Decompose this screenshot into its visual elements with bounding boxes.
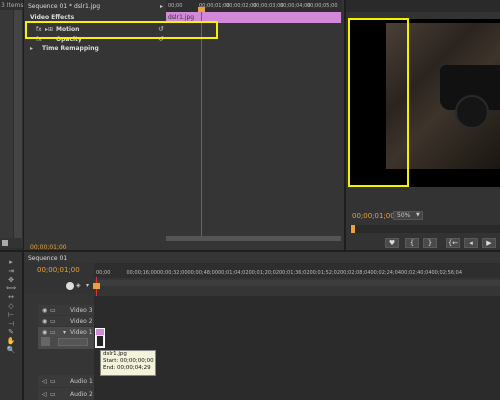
clip-thumbnail [96, 335, 104, 347]
camera-lens [455, 95, 489, 129]
ec-ruler-tick: 00;00;04;00 [280, 3, 311, 9]
speaker-icon[interactable]: ◁ [42, 391, 47, 398]
lock-icon[interactable]: ▭ [50, 391, 56, 398]
razor-tool-icon[interactable]: ◇ [6, 302, 16, 310]
ripple-edit-tool-icon[interactable]: ✥ [6, 276, 16, 284]
rolling-edit-tool-icon[interactable]: ⟺ [6, 284, 16, 292]
timeline-ruler-tick: 00;02;24;04 [370, 270, 402, 276]
motion-highlight-box [25, 21, 218, 39]
project-scrollbar[interactable] [14, 10, 22, 238]
slide-tool-icon[interactable]: ⊣ [6, 320, 16, 328]
ec-clip-label: dslr1.jpg [168, 14, 195, 21]
timeline-ruler-tick: 00;02;08;04 [340, 270, 371, 276]
timeline-ruler-tick: 00;00;16;00 [126, 270, 158, 276]
pen-tool-icon[interactable]: ✎ [6, 328, 16, 336]
track-video-2-label: Video 2 [70, 318, 93, 325]
project-list [0, 10, 13, 238]
ec-playhead[interactable] [201, 9, 202, 241]
ec-ruler-tick: 00;00 [168, 3, 183, 9]
track-expand-icon[interactable]: ▾ [63, 329, 66, 336]
timeline-ruler-tick: 00;02;40;04 [401, 270, 432, 276]
program-scrubber[interactable] [350, 225, 500, 233]
ec-ruler-tick: 00;00;02;00 [226, 3, 257, 9]
ec-ruler-tick: 00;00;03;00 [253, 3, 284, 9]
selection-tool-icon[interactable]: ▸ [6, 258, 16, 266]
timeline-ruler-tick: 00;00;32;00 [157, 270, 188, 276]
snap-icon[interactable] [66, 282, 74, 290]
timeline-ruler-tick: 00;00;48;00 [187, 270, 219, 276]
timeline-ruler-tick: 00;01;20;02 [248, 270, 280, 276]
lock-icon[interactable]: ▭ [50, 378, 56, 385]
track-video-3-label: Video 3 [70, 307, 93, 314]
lock-icon[interactable]: ▭ [50, 307, 56, 314]
lock-icon[interactable]: ▭ [50, 318, 56, 325]
work-area-bar[interactable] [94, 280, 500, 286]
ec-timecode[interactable]: 00;00;01;00 [30, 244, 67, 251]
track-video-1-keyframe-control[interactable] [58, 338, 88, 346]
project-items-count: 3 Items [1, 2, 24, 9]
speaker-icon[interactable]: ◁ [42, 378, 47, 385]
slip-tool-icon[interactable]: ⊢ [6, 311, 16, 319]
eye-icon[interactable]: ◉ [42, 318, 47, 325]
effect-controls-tab[interactable]: Sequence 01 * dslr1.jpg [28, 3, 100, 10]
frame-highlight-box [348, 18, 409, 187]
step-back-button[interactable]: ◂ [464, 238, 478, 248]
zoom-value: 50% [397, 212, 411, 219]
track-select-tool-icon[interactable]: ⇥ [6, 267, 16, 275]
video-effects-heading: Video Effects [30, 14, 75, 21]
track-audio-1-label: Audio 1 [70, 378, 93, 385]
set-marker-icon[interactable]: ▾ [86, 282, 89, 289]
timeline-ruler-tick: 00;01;36;02 [279, 270, 310, 276]
lock-icon[interactable]: ▭ [50, 329, 56, 336]
marker-button[interactable]: ♥ [385, 238, 399, 248]
zoom-tool-icon[interactable]: 🔍 [6, 346, 16, 354]
out-point-button[interactable]: } [423, 238, 437, 248]
program-tabs [346, 0, 500, 12]
program-playhead-marker[interactable] [351, 225, 355, 233]
expand-arrow-icon[interactable]: ▸ [160, 3, 163, 10]
go-to-in-button[interactable]: {← [446, 238, 460, 248]
timeline-ruler-tick: 00;01;52;02 [309, 270, 341, 276]
effect-time-remapping-label[interactable]: Time Remapping [42, 45, 99, 52]
timeline-timecode[interactable]: 00;00;01;00 [37, 266, 80, 274]
tooltip-end: End: 00;00;04;29 [103, 365, 151, 371]
track-video-1-target[interactable] [41, 337, 50, 346]
timeline-tracks-area [94, 296, 500, 400]
track-audio-2-label: Audio 2 [70, 391, 93, 398]
time-remap-expand-icon[interactable]: ▸ [30, 45, 33, 52]
ec-scrollbar[interactable] [166, 236, 341, 241]
tooltip-start: Start: 00;00;00;00 [103, 358, 154, 364]
marker-icon[interactable]: ◈ [76, 282, 81, 289]
in-point-button[interactable]: { [405, 238, 419, 248]
ec-playhead-handle[interactable] [198, 7, 205, 12]
zoom-dropdown-icon: ▼ [416, 212, 420, 218]
play-button[interactable]: ▶ [482, 238, 496, 248]
timeline-ruler-tick: 00;02;56;04 [431, 270, 463, 276]
ec-ruler-tick: 00;00;05;00 [307, 3, 338, 9]
timeline-tab[interactable]: Sequence 01 [28, 255, 67, 262]
hand-tool-icon[interactable]: ✋ [6, 337, 16, 345]
tooltip-name: dslr1.jpg [103, 351, 127, 357]
timeline-playhead-handle[interactable] [93, 283, 100, 289]
eye-icon[interactable]: ◉ [42, 307, 47, 314]
rate-stretch-tool-icon[interactable]: ↔ [6, 293, 16, 301]
timeline-ruler-tick: 00;00 [96, 270, 111, 276]
track-video-1-label: Video 1 [70, 329, 93, 336]
trash-icon[interactable] [2, 240, 8, 246]
eye-icon[interactable]: ◉ [42, 329, 47, 336]
timeline-ruler-tick: 00;01;04;02 [218, 270, 249, 276]
program-timecode[interactable]: 00;00;01;00 [352, 212, 395, 220]
